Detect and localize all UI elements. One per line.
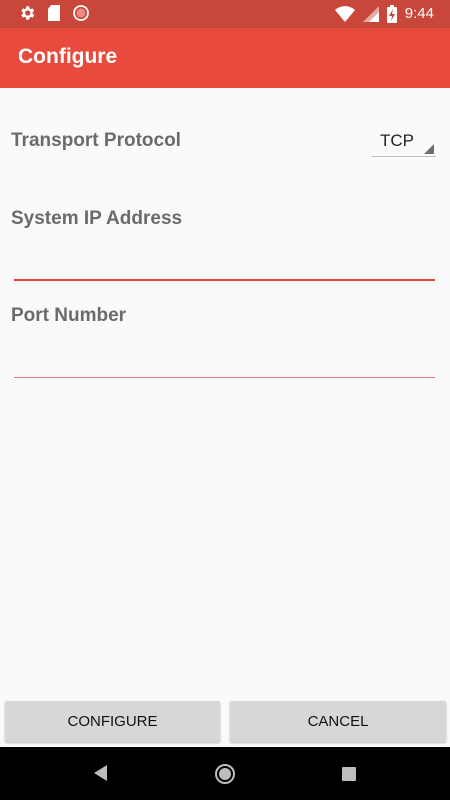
- record-icon: [72, 4, 90, 22]
- battery-charging-icon: [386, 5, 397, 23]
- status-time: 9:44: [404, 5, 434, 22]
- home-icon[interactable]: [214, 763, 236, 790]
- recents-icon[interactable]: [342, 767, 356, 786]
- back-icon[interactable]: [94, 765, 108, 786]
- sd-card-icon: [46, 4, 62, 22]
- system-ip-address-input[interactable]: [14, 245, 435, 281]
- port-number-input[interactable]: [14, 342, 435, 378]
- app-bar: Configure: [0, 28, 450, 88]
- signal-icon: [362, 6, 379, 22]
- transport-protocol-value: TCP: [380, 131, 414, 150]
- transport-protocol-dropdown[interactable]: TCP: [372, 129, 436, 157]
- navigation-bar: [0, 747, 450, 800]
- transport-protocol-label: Transport Protocol: [11, 130, 181, 151]
- dropdown-arrow-icon: [424, 144, 434, 154]
- port-number-label: Port Number: [11, 305, 127, 326]
- status-bar: 9:44: [0, 0, 450, 28]
- system-ip-address-label: System IP Address: [11, 208, 183, 229]
- configure-form: Transport Protocol TCP System IP Address…: [0, 88, 450, 700]
- button-bar: CONFIGURE CANCEL: [0, 700, 450, 747]
- page-title: Configure: [18, 45, 118, 68]
- wifi-icon: [334, 6, 355, 22]
- configure-button[interactable]: CONFIGURE: [5, 701, 220, 742]
- settings-icon: [18, 4, 36, 22]
- cancel-button[interactable]: CANCEL: [230, 701, 446, 742]
